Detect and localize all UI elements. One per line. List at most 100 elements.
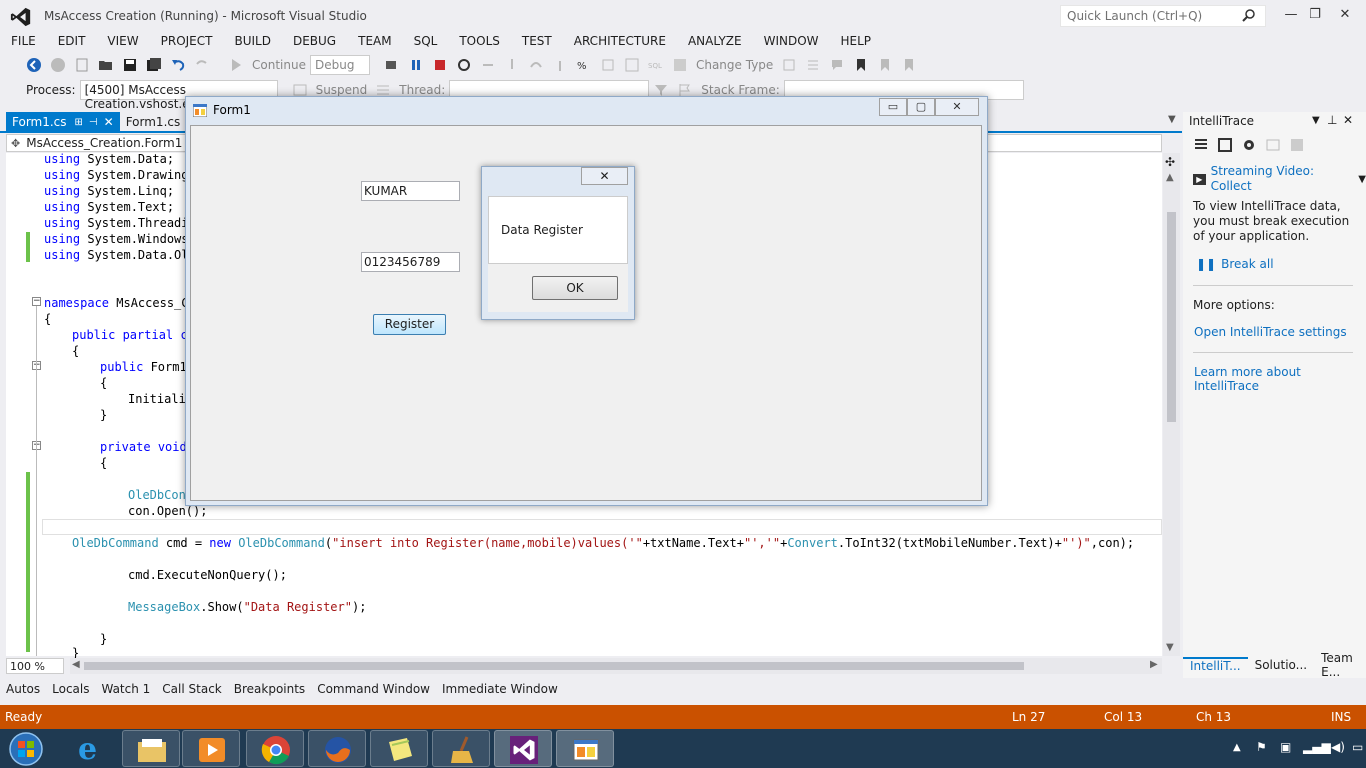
tab-locals[interactable]: Locals [46, 682, 95, 696]
menu-edit[interactable]: EDIT [47, 31, 97, 51]
scroll-right-icon[interactable]: ▶ [1150, 659, 1158, 670]
media-player-taskbar-button[interactable] [182, 730, 240, 767]
close-tab-icon[interactable]: ✕ [104, 115, 114, 129]
show-hidden-icons-icon[interactable]: ▲ [1233, 742, 1241, 753]
step-out-icon[interactable] [552, 57, 568, 73]
device-icon[interactable]: ▣ [1280, 740, 1291, 754]
align-icon[interactable] [805, 57, 821, 73]
menu-debug[interactable]: DEBUG [282, 31, 347, 51]
tab-watch-1[interactable]: Watch 1 [95, 682, 156, 696]
list-view-icon[interactable] [1193, 137, 1209, 153]
volume-icon[interactable]: ◀) [1331, 740, 1345, 754]
solution-config-select[interactable]: Debug [309, 55, 370, 75]
pin-tab-icon[interactable]: ⊣ [89, 117, 98, 128]
menu-file[interactable]: FILE [0, 31, 47, 51]
show-next-statement-icon[interactable] [480, 57, 496, 73]
restart-icon[interactable] [456, 57, 472, 73]
close-panel-icon[interactable]: ✕ [1343, 113, 1353, 127]
streaming-video-link[interactable]: Streaming Video: Collect [1211, 164, 1355, 194]
scroll-up-icon[interactable]: ▲ [1166, 172, 1174, 183]
menu-sql[interactable]: SQL [403, 31, 449, 51]
tab-command-window[interactable]: Command Window [311, 682, 436, 696]
pin-icon[interactable]: ⊞ [75, 117, 83, 128]
menu-analyze[interactable]: ANALYZE [677, 31, 753, 51]
tab-team-explorer[interactable]: Team E... [1314, 651, 1366, 679]
tab-intellitrace[interactable]: IntelliT... [1183, 657, 1248, 673]
tab-breakpoints[interactable]: Breakpoints [228, 682, 311, 696]
open-intellitrace-settings-link[interactable]: Open IntelliTrace settings [1194, 325, 1347, 339]
new-project-icon[interactable] [74, 57, 90, 73]
step-into-icon[interactable] [504, 57, 520, 73]
change-type-button[interactable]: Change Type [696, 58, 773, 72]
open-log-icon[interactable] [1265, 137, 1281, 153]
register-button[interactable]: Register [373, 314, 446, 335]
vertical-scroll-thumb[interactable] [1167, 212, 1176, 422]
horizontal-scroll-thumb[interactable] [84, 662, 1024, 670]
learn-more-link[interactable]: Learn more about IntelliTrace [1194, 365, 1366, 393]
ok-button[interactable]: OK [532, 276, 618, 300]
mobile-number-textbox[interactable]: 0123456789 [361, 252, 460, 272]
menu-view[interactable]: VIEW [96, 31, 149, 51]
scroll-down-icon[interactable]: ▼ [1166, 642, 1174, 653]
tab-form1-cs[interactable]: Form1.cs ⊞ ⊣ ✕ [6, 112, 120, 132]
bookmark-icon[interactable] [853, 57, 869, 73]
stop-icon[interactable] [432, 57, 448, 73]
menu-tools[interactable]: TOOLS [448, 31, 511, 51]
sql-icon[interactable]: SQL [648, 57, 664, 73]
redo-icon[interactable] [194, 57, 210, 73]
next-bookmark-icon[interactable] [901, 57, 917, 73]
prev-bookmark-icon[interactable] [877, 57, 893, 73]
undo-icon[interactable] [170, 57, 186, 73]
form1-maximize-button[interactable]: ▢ [907, 98, 935, 116]
sticky-notes-taskbar-button[interactable] [370, 730, 428, 767]
action-center-flag-icon[interactable]: ⚑ [1256, 740, 1267, 754]
zoom-select[interactable]: 100 % [6, 658, 64, 674]
menu-architecture[interactable]: ARCHITECTURE [563, 31, 677, 51]
save-icon[interactable] [122, 57, 138, 73]
menu-window[interactable]: WINDOW [753, 31, 830, 51]
forward-icon[interactable] [50, 57, 66, 73]
attach-icon[interactable] [384, 57, 400, 73]
internet-explorer-icon[interactable]: e [72, 731, 108, 765]
step-over-icon[interactable] [528, 57, 544, 73]
search-icon[interactable] [1242, 8, 1256, 22]
tab-autos[interactable]: Autos [0, 682, 46, 696]
table-icon[interactable] [672, 57, 688, 73]
continue-icon[interactable] [228, 57, 244, 73]
split-icon[interactable]: ✣ [1165, 155, 1175, 169]
continue-button[interactable]: Continue [252, 58, 306, 72]
quick-launch-input[interactable]: Quick Launch (Ctrl+Q) [1060, 5, 1266, 27]
tree-view-icon[interactable] [1217, 137, 1233, 153]
save-all-icon[interactable] [146, 57, 162, 73]
back-icon[interactable] [26, 57, 42, 73]
comment-icon[interactable] [829, 57, 845, 73]
threads-icon[interactable] [600, 57, 616, 73]
suspend-button[interactable]: Suspend [316, 83, 368, 97]
pin-panel-icon[interactable]: ⊥ [1327, 113, 1337, 127]
tab-solution-explorer[interactable]: Solutio... [1248, 658, 1315, 672]
network-signal-icon[interactable]: ▂▄▆ [1303, 740, 1331, 754]
menu-project[interactable]: PROJECT [150, 31, 224, 51]
streaming-video-row[interactable]: ▶ Streaming Video: Collect ▼ [1193, 164, 1366, 194]
tab-immediate-window[interactable]: Immediate Window [436, 682, 564, 696]
name-textbox[interactable]: KUMAR [361, 181, 460, 201]
chrome-taskbar-button[interactable] [246, 730, 304, 767]
form1-taskbar-button[interactable] [556, 730, 614, 767]
break-all-link[interactable]: ❚❚ Break all [1196, 257, 1274, 271]
keyboard-icon[interactable]: ▭ [1352, 740, 1363, 754]
panel-menu-icon[interactable]: ▼ [1312, 115, 1320, 126]
tab-overflow-icon[interactable]: ▼ [1168, 114, 1176, 125]
file-explorer-taskbar-button[interactable] [122, 730, 180, 767]
format-icon[interactable] [781, 57, 797, 73]
form1-close-button[interactable]: ✕ [935, 98, 979, 116]
save-log-icon[interactable] [1289, 137, 1305, 153]
close-button[interactable]: ✕ [1330, 4, 1360, 26]
start-button-icon[interactable] [6, 731, 46, 767]
open-file-icon[interactable] [98, 57, 114, 73]
restore-button[interactable]: ❐ [1300, 4, 1330, 26]
message-box-close-button[interactable]: ✕ [581, 167, 628, 185]
pause-icon[interactable] [408, 57, 424, 73]
tab-call-stack[interactable]: Call Stack [156, 682, 227, 696]
menu-build[interactable]: BUILD [223, 31, 281, 51]
collapse-icon[interactable]: − [32, 297, 41, 306]
